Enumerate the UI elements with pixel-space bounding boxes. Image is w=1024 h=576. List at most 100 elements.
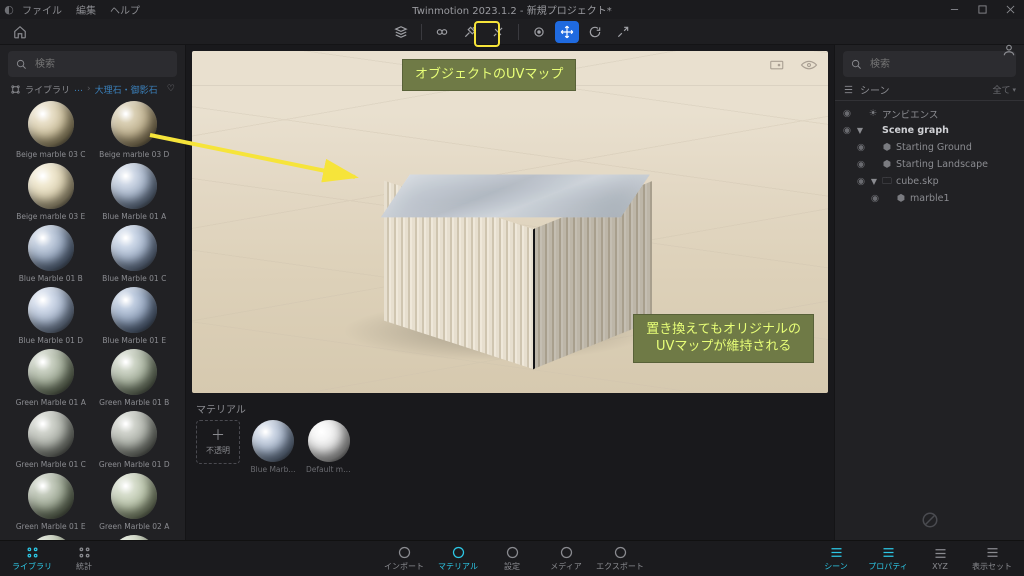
visibility-eye-icon[interactable]: ◉ bbox=[855, 176, 867, 187]
library-item[interactable]: Blue Marble 01 C bbox=[94, 223, 176, 283]
window-maximize[interactable] bbox=[968, 0, 996, 19]
material-add-label: 不透明 bbox=[206, 445, 230, 456]
annotation-callout-top: オブジェクトのUVマップ bbox=[402, 59, 576, 91]
library-item[interactable]: Green Marble 01 D bbox=[94, 409, 176, 469]
library-item-label: Green Marble 01 A bbox=[16, 398, 86, 407]
breadcrumb-mid[interactable]: … bbox=[74, 84, 83, 94]
visibility-eye-icon[interactable]: ◉ bbox=[855, 142, 867, 153]
materials-strip: ＋ 不透明 Blue Marb...Default ma... bbox=[186, 420, 834, 480]
tree-row[interactable]: ◉⬢Starting Ground bbox=[835, 139, 1024, 156]
material-sphere-icon bbox=[28, 225, 74, 271]
viewport-eye-icon[interactable] bbox=[800, 59, 818, 73]
tree-row[interactable]: ◉▼🗀cube.skp bbox=[835, 173, 1024, 190]
user-icon[interactable] bbox=[1002, 43, 1016, 57]
material-sphere-icon bbox=[308, 420, 350, 462]
tree-type-icon: ⬢ bbox=[881, 142, 893, 153]
breadcrumb-root[interactable]: ライブラリ bbox=[25, 83, 70, 96]
library-item[interactable]: Green Marble 02 A bbox=[94, 471, 176, 531]
tab-icon bbox=[25, 545, 40, 560]
visibility-eye-icon[interactable]: ◉ bbox=[855, 159, 867, 170]
tree-row[interactable]: ◉☀アンビエンス bbox=[835, 105, 1024, 122]
tree-row-label: marble1 bbox=[910, 193, 950, 204]
cube-mesh[interactable] bbox=[384, 147, 654, 347]
scene-search[interactable] bbox=[843, 51, 1016, 77]
material-sphere-icon bbox=[111, 225, 157, 271]
library-item[interactable]: Blue Marble 01 B bbox=[10, 223, 92, 283]
visibility-eye-icon[interactable]: ◉ bbox=[841, 125, 853, 136]
library-item[interactable]: Green Marble 01 C bbox=[10, 409, 92, 469]
breadcrumb-leaf[interactable]: 大理石・御影石 bbox=[95, 83, 158, 96]
tree-row-label: Starting Landscape bbox=[896, 159, 988, 170]
tool-rotate-icon[interactable] bbox=[583, 21, 607, 43]
library-item[interactable]: Green Marble 02 B bbox=[10, 533, 92, 540]
plus-icon: ＋ bbox=[211, 429, 225, 443]
tree-twist-icon[interactable]: ▼ bbox=[870, 177, 878, 186]
tree-twist-icon[interactable]: ▼ bbox=[856, 126, 864, 135]
bottom-tab-統計[interactable]: 統計 bbox=[60, 545, 108, 572]
material-item[interactable]: Blue Marb... bbox=[250, 420, 296, 474]
tree-row[interactable]: ◉⬢marble1 bbox=[835, 190, 1024, 207]
library-item[interactable]: Blue Marble 01 E bbox=[94, 285, 176, 345]
menu-file[interactable]: ファイル bbox=[22, 2, 62, 17]
window-title: Twinmotion 2023.1.2 - 新規プロジェクト* bbox=[0, 2, 1024, 17]
bottom-tab-label: シーン bbox=[824, 561, 848, 572]
viewport-3d[interactable]: オブジェクトのUVマップ 置き換えてもオリジナルの UVマップが維持される bbox=[192, 51, 828, 393]
tool-scale-icon[interactable] bbox=[611, 21, 635, 43]
library-item[interactable]: Beige marble 03 E bbox=[10, 161, 92, 221]
cube-face-top bbox=[381, 174, 650, 217]
scene-header: シーン 全て ▾ bbox=[835, 79, 1024, 101]
library-item[interactable]: Green Marble 02 C bbox=[94, 533, 176, 540]
tab-icon bbox=[77, 545, 92, 560]
material-add-button[interactable]: ＋ 不透明 bbox=[196, 420, 240, 464]
library-item[interactable]: Green Marble 01 E bbox=[10, 471, 92, 531]
library-item[interactable]: Blue Marble 01 D bbox=[10, 285, 92, 345]
tree-row[interactable]: ◉▼Scene graph bbox=[835, 122, 1024, 139]
bottom-tab-表示セット[interactable]: 表示セット bbox=[968, 545, 1016, 572]
bottom-tab-プロパティ[interactable]: プロパティ bbox=[864, 545, 912, 572]
bottom-tab-設定[interactable]: 設定 bbox=[488, 545, 536, 572]
menu-help[interactable]: ヘルプ bbox=[110, 2, 140, 17]
material-sphere-icon bbox=[252, 420, 294, 462]
bottom-tab-XYZ[interactable]: XYZ bbox=[916, 545, 964, 572]
library-item-label: Blue Marble 01 C bbox=[102, 274, 166, 283]
viewport-camera-icon[interactable] bbox=[770, 59, 788, 73]
main-toolbar bbox=[0, 19, 1024, 45]
visibility-eye-icon[interactable]: ◉ bbox=[869, 193, 881, 204]
window-close[interactable] bbox=[996, 0, 1024, 19]
library-item[interactable]: Green Marble 01 B bbox=[94, 347, 176, 407]
tool-eyedropper-icon[interactable] bbox=[458, 21, 482, 43]
library-search-input[interactable] bbox=[33, 58, 169, 71]
tool-move-icon[interactable] bbox=[555, 21, 579, 43]
library-item[interactable]: Blue Marble 01 A bbox=[94, 161, 176, 221]
visibility-eye-icon[interactable]: ◉ bbox=[841, 108, 853, 119]
bottom-tab-label: 設定 bbox=[504, 561, 520, 572]
window-minimize[interactable] bbox=[940, 0, 968, 19]
material-item[interactable]: Default ma... bbox=[306, 420, 352, 474]
menu-edit[interactable]: 編集 bbox=[76, 2, 96, 17]
library-item[interactable]: Beige marble 03 D bbox=[94, 99, 176, 159]
library-item-label: Green Marble 01 D bbox=[99, 460, 170, 469]
tree-row[interactable]: ◉⬢Starting Landscape bbox=[835, 156, 1024, 173]
app-icon: ◐ bbox=[0, 1, 18, 19]
scene-search-input[interactable] bbox=[868, 58, 1008, 71]
tool-layers-icon[interactable] bbox=[389, 21, 413, 43]
bottom-tab-ライブラリ[interactable]: ライブラリ bbox=[8, 545, 56, 572]
library-item[interactable]: Beige marble 03 C bbox=[10, 99, 92, 159]
bottom-tab-エクスポート[interactable]: エクスポート bbox=[596, 545, 644, 572]
favorite-icon[interactable]: ♡ bbox=[167, 84, 175, 94]
tab-icon bbox=[451, 545, 466, 560]
bottom-tab-メディア[interactable]: メディア bbox=[542, 545, 590, 572]
home-icon[interactable] bbox=[0, 25, 40, 39]
tool-link-icon[interactable] bbox=[430, 21, 454, 43]
library-search[interactable] bbox=[8, 51, 177, 77]
tool-unlink-icon[interactable] bbox=[486, 21, 510, 43]
toolbar-separator bbox=[421, 24, 422, 40]
bottom-tab-シーン[interactable]: シーン bbox=[812, 545, 860, 572]
tool-target-icon[interactable] bbox=[527, 21, 551, 43]
title-bar: ◐ ファイル 編集 ヘルプ Twinmotion 2023.1.2 - 新規プロ… bbox=[0, 0, 1024, 19]
material-sphere-icon bbox=[28, 473, 74, 519]
library-item[interactable]: Green Marble 01 A bbox=[10, 347, 92, 407]
bottom-tab-マテリアル[interactable]: マテリアル bbox=[434, 545, 482, 572]
bottom-tab-インポート[interactable]: インポート bbox=[380, 545, 428, 572]
scene-filter-all[interactable]: 全て ▾ bbox=[992, 83, 1016, 96]
